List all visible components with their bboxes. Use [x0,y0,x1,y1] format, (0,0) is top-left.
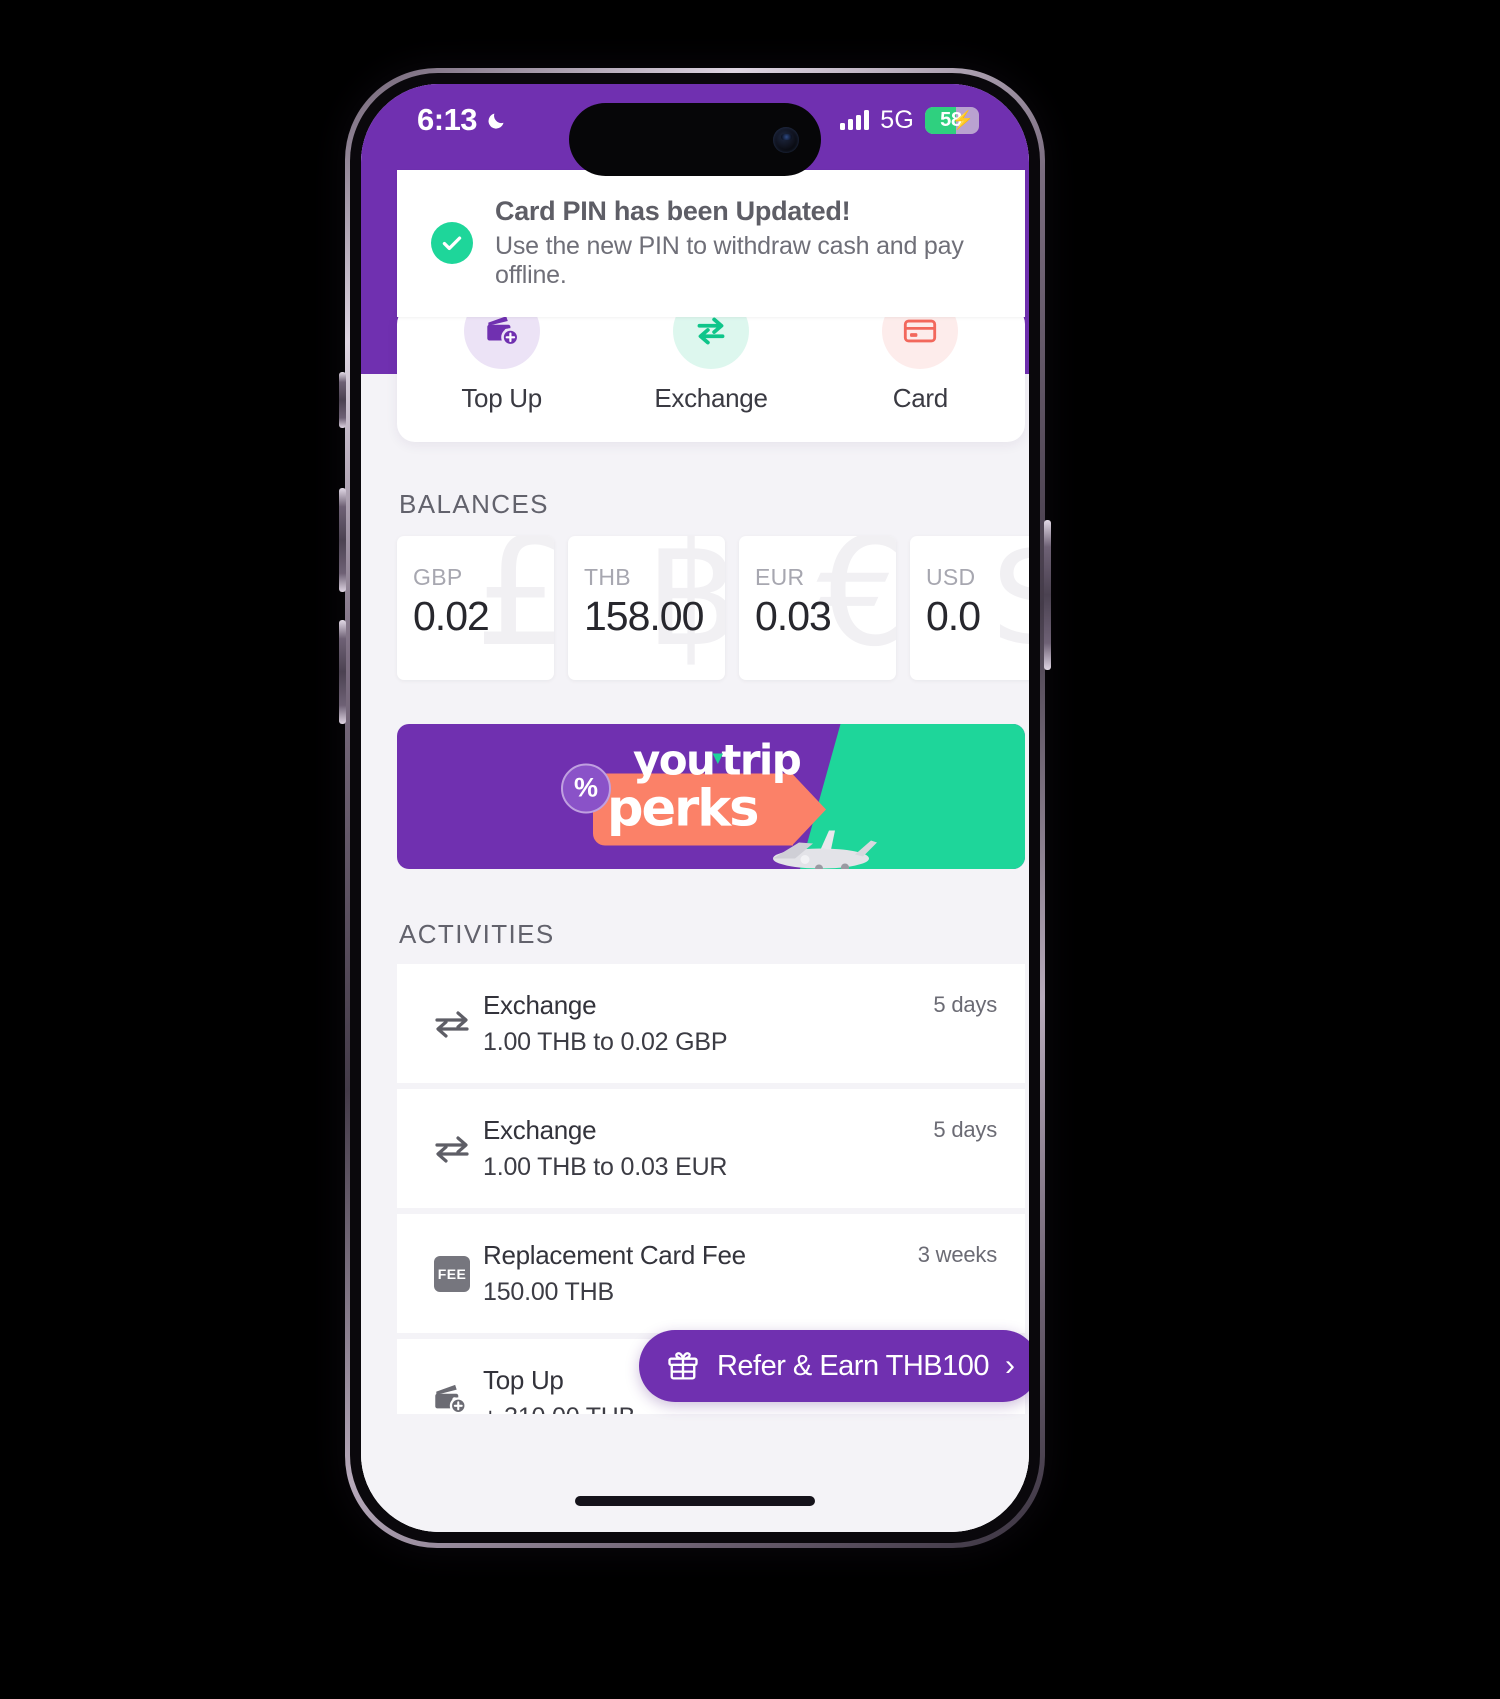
status-time: 6:13 [417,102,478,137]
silent-switch[interactable] [339,372,346,428]
activity-title: Exchange [483,1115,597,1145]
logo-you: you [633,735,716,784]
balance-card-usd[interactable]: $ USD 0.0 [910,536,1029,680]
activity-time: 5 days [933,1117,997,1142]
quick-action-top-up[interactable]: Top Up [397,292,606,414]
balances-section-label: BALANCES [399,489,549,519]
chevron-right-icon: › [1005,1349,1015,1382]
cellular-bars-icon [840,110,870,130]
volume-down-button[interactable] [339,620,346,724]
activity-time: 3 weeks [917,1242,998,1267]
fee-badge-icon: FEE [421,1255,483,1292]
bottom-safe-area [361,1414,1029,1532]
activity-body: Replacement Card Fee 150.00 THB [483,1240,918,1307]
refer-and-earn-button[interactable]: Refer & Earn THB100 › [638,1330,1029,1402]
status-right: 5G 58 ⚡ [840,106,979,135]
activity-row[interactable]: Exchange 1.00 THB to 0.03 EUR 5 days [397,1089,1025,1214]
balance-amount: 0.02 [413,593,490,639]
quick-action-card[interactable]: Card [816,292,1025,414]
volume-up-button[interactable] [339,488,346,592]
activity-time: 5 days [933,992,997,1017]
home-scroll-area[interactable]: Card PIN has been Updated! Use the new P… [361,84,1029,1532]
quick-action-exchange[interactable]: Exchange [606,292,815,414]
fee-label: FEE [434,1255,470,1292]
notification-title: Card PIN has been Updated! [495,196,851,226]
activity-title: Replacement Card Fee [483,1240,746,1270]
quick-actions-card: Top Up Exchange Card [397,292,1025,442]
activity-title: Exchange [483,990,597,1020]
balance-amount: 158.00 [584,593,704,639]
activities-section-label: ACTIVITIES [399,919,555,949]
balance-currency-code: EUR [755,564,805,590]
logo-trip: trip [721,735,801,784]
quick-action-label: Exchange [654,382,768,413]
gift-icon [668,1352,698,1380]
activity-detail: 1.00 THB to 0.02 GBP [483,1028,728,1056]
activity-row[interactable]: FEE Replacement Card Fee 150.00 THB 3 we… [397,1214,1025,1339]
crescent-moon-icon [486,109,508,131]
balance-card-thb[interactable]: ฿ THB 158.00 [568,536,725,680]
perks-wordmark: perks [607,779,760,838]
quick-action-label: Card [892,382,948,413]
phone-frame: Card PIN has been Updated! Use the new P… [345,68,1045,1548]
quick-action-label: Top Up [461,382,542,413]
phone-screen: Card PIN has been Updated! Use the new P… [361,84,1029,1532]
percent-badge-icon: % [561,763,611,813]
balance-amount: 0.0 [926,593,981,639]
notification-message: Use the new PIN to withdraw cash and pay… [495,232,964,290]
balance-card-eur[interactable]: € EUR 0.03 [739,536,896,680]
activity-detail: 1.00 THB to 0.03 EUR [483,1153,728,1181]
balances-carousel[interactable]: £ GBP 0.02 ฿ THB 158.00 € EUR 0.03 USD 0… [397,536,1029,680]
notification-text: Card PIN has been Updated! Use the new P… [495,196,995,291]
status-left: 6:13 [417,102,508,138]
screenshot-stage: Card PIN has been Updated! Use the new P… [0,0,1500,1699]
pin-updated-notification[interactable]: Card PIN has been Updated! Use the new P… [397,170,1025,317]
airplane-icon [773,830,877,869]
youtrip-perks-banner[interactable]: you trip perks % [397,724,1025,869]
power-button[interactable] [1044,520,1051,670]
activity-body: Exchange 1.00 THB to 0.03 EUR [483,1115,933,1182]
home-indicator[interactable] [575,1496,815,1506]
activity-row[interactable]: Exchange 1.00 THB to 0.02 GBP 5 days [397,964,1025,1089]
exchange-arrows-icon [421,1129,483,1169]
front-camera-icon [773,126,799,153]
battery-indicator: 58 ⚡ [925,106,979,134]
balance-currency-code: GBP [413,564,463,590]
charging-bolt-icon: ⚡ [951,109,974,130]
activity-body: Exchange 1.00 THB to 0.02 GBP [483,990,933,1057]
network-type: 5G [880,105,914,134]
exchange-arrows-icon [421,1004,483,1044]
activity-detail: 150.00 THB [483,1278,614,1306]
check-circle-icon [431,222,473,265]
refer-label: Refer & Earn THB100 [716,1349,990,1382]
balance-amount: 0.03 [755,593,832,639]
phone-bezel: Card PIN has been Updated! Use the new P… [350,73,1040,1543]
youtrip-wordmark: you trip [633,735,802,784]
balance-currency-code: THB [584,564,631,590]
balance-card-gbp[interactable]: £ GBP 0.02 [397,536,554,680]
balance-currency-code: USD [926,564,976,590]
youtrip-app: Card PIN has been Updated! Use the new P… [361,84,1029,1532]
banner-artwork: you trip perks % [561,729,877,869]
dynamic-island [569,103,821,176]
